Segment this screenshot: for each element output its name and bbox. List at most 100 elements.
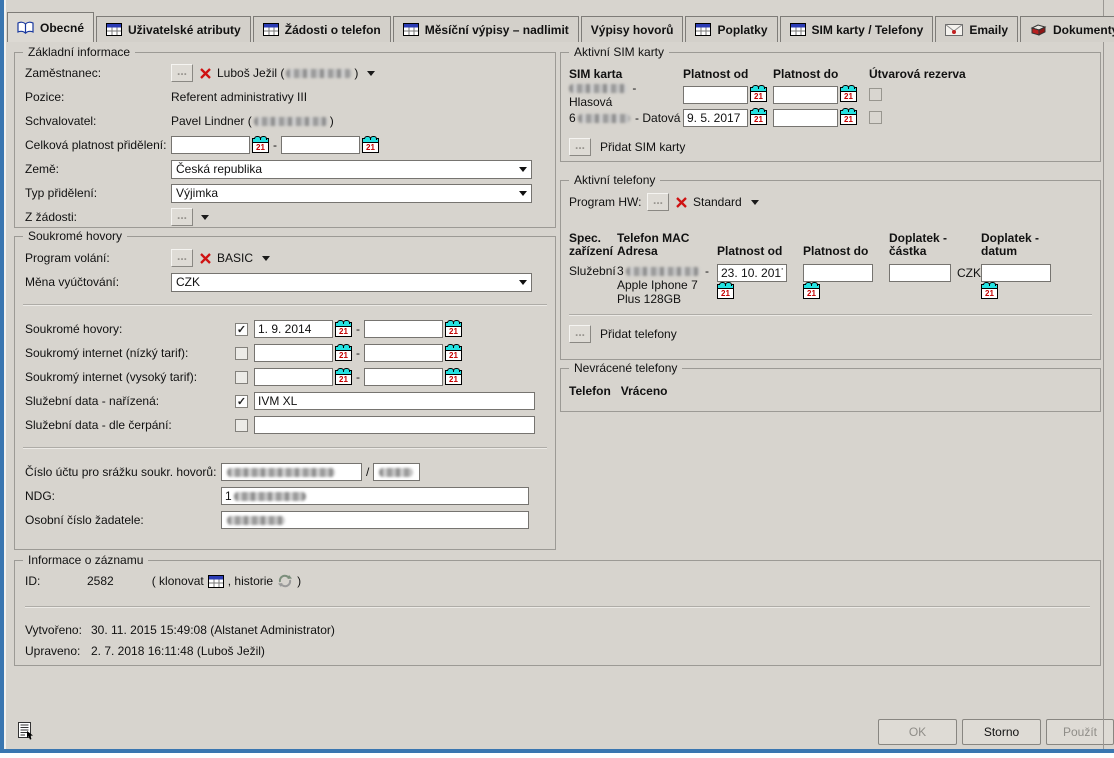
data-ordered-input[interactable]: [254, 392, 535, 410]
surcharge-amount-input[interactable]: [889, 264, 951, 282]
data-ordered-checkbox[interactable]: ✓: [235, 395, 248, 408]
approver-value-close: ): [330, 114, 334, 128]
internet-low-to-input[interactable]: [364, 344, 443, 362]
add-sim-button[interactable]: ...: [569, 138, 591, 156]
phone-identifier: 3 - Apple Iphone 7 Plus 128GB: [617, 264, 717, 306]
assignment-type-label: Typ přidělení:: [25, 186, 171, 200]
data-ordered-label: Služební data - nařízená:: [25, 394, 235, 408]
private-calls-to-input[interactable]: [364, 320, 443, 338]
private-calls-from-input[interactable]: [254, 320, 333, 338]
internet-low-from-input[interactable]: [254, 344, 333, 362]
remove-employee-icon[interactable]: [199, 67, 212, 80]
calendar-icon[interactable]: 21: [252, 138, 269, 153]
bank-code-input[interactable]: [373, 463, 420, 481]
sim-to-input[interactable]: [773, 109, 838, 127]
internet-low-label: Soukromý internet (nízký tarif):: [25, 346, 235, 360]
chevron-down-icon: [519, 191, 527, 196]
position-label: Pozice:: [25, 90, 171, 104]
sim-row: - Hlasová 21 21: [561, 83, 1100, 106]
calendar-icon[interactable]: 21: [981, 284, 998, 299]
internet-high-from-input[interactable]: [254, 368, 333, 386]
validity-to-input[interactable]: [281, 136, 360, 154]
tab-poplatky[interactable]: Poplatky: [685, 16, 777, 42]
tab-mesicni-vypisy[interactable]: Měsíční výpisy – nadlimit: [393, 16, 579, 42]
employee-picker-button[interactable]: ...: [171, 64, 193, 82]
validity-from-input[interactable]: [171, 136, 250, 154]
tab-label: Obecné: [40, 21, 84, 35]
country-label: Země:: [25, 162, 171, 176]
calendar-icon[interactable]: 21: [803, 284, 820, 299]
calendar-icon[interactable]: 21: [840, 110, 857, 125]
sim-reserve-checkbox[interactable]: [869, 88, 882, 101]
currency-select[interactable]: CZK: [171, 273, 532, 292]
window-right-frame: [1103, 0, 1104, 749]
calendar-icon[interactable]: 21: [750, 110, 767, 125]
tab-dokumenty[interactable]: Dokumenty: [1020, 16, 1114, 42]
sim-from-input[interactable]: [683, 109, 748, 127]
calendar-icon[interactable]: 21: [445, 322, 462, 337]
from-request-caret[interactable]: [201, 215, 209, 220]
tab-sim-karty-telefony[interactable]: SIM karty / Telefony: [780, 16, 934, 42]
assignment-type-select[interactable]: Výjimka: [171, 184, 532, 203]
record-id-row: ID: 2582 ( klonovat , historie ): [15, 569, 1100, 593]
tab-vypisy-hovoru[interactable]: Výpisy hovorů: [581, 16, 684, 42]
ok-button[interactable]: OK: [878, 719, 957, 745]
calendar-icon[interactable]: 21: [445, 370, 462, 385]
calendar-icon[interactable]: 21: [335, 346, 352, 361]
report-select-icon[interactable]: [17, 722, 35, 740]
calendar-icon[interactable]: 21: [335, 322, 352, 337]
clone-icon[interactable]: [208, 575, 224, 588]
calendar-icon[interactable]: 21: [717, 284, 734, 299]
phone-row: Služební 3 - Apple Iphone 7 Plus 128GB 2…: [561, 264, 1100, 306]
sim-from-input[interactable]: [683, 86, 748, 104]
sim-to-input[interactable]: [773, 86, 838, 104]
sim-reserve-checkbox[interactable]: [869, 111, 882, 124]
tab-zadosti-o-telefon[interactable]: Žádosti o telefon: [253, 16, 391, 42]
phone-to-input[interactable]: [803, 264, 873, 282]
calendar-icon[interactable]: 21: [362, 138, 379, 153]
history-icon[interactable]: [277, 574, 293, 588]
record-id-value: 2582: [87, 574, 114, 588]
phone-from-input[interactable]: [717, 264, 787, 282]
cancel-button[interactable]: Storno: [962, 719, 1041, 745]
call-program-label: Program volání:: [25, 251, 171, 265]
history-label[interactable]: , historie: [228, 574, 273, 588]
country-select[interactable]: Česká republika: [171, 160, 532, 179]
internet-high-row: Soukromý internet (vysoký tarif): 21 - 2…: [15, 365, 555, 389]
employee-number-redacted: [286, 69, 352, 78]
private-calls-checkbox[interactable]: ✓: [235, 323, 248, 336]
record-id-label: ID:: [25, 574, 87, 588]
ndg-input[interactable]: 1: [221, 487, 529, 505]
data-usage-input[interactable]: [254, 416, 535, 434]
group-title: Soukromé hovory: [23, 229, 127, 243]
tab-obecne[interactable]: Obecné: [7, 12, 94, 42]
hw-program-picker-button[interactable]: ...: [647, 193, 669, 211]
internet-low-row: Soukromý internet (nízký tarif): 21 - 21: [15, 341, 555, 365]
employee-dropdown-caret[interactable]: [367, 71, 375, 76]
tab-uzivatelske-atributy[interactable]: Uživatelské atributy: [96, 16, 251, 42]
internet-high-checkbox[interactable]: [235, 371, 248, 384]
personal-number-label: Osobní číslo žadatele:: [25, 513, 221, 527]
tab-emaily[interactable]: Emaily: [935, 16, 1018, 42]
internet-low-checkbox[interactable]: [235, 347, 248, 360]
call-program-caret[interactable]: [262, 256, 270, 261]
add-phone-button[interactable]: ...: [569, 325, 591, 343]
call-program-picker-button[interactable]: ...: [171, 249, 193, 267]
remove-call-program-icon[interactable]: [199, 252, 212, 265]
sim-col-reserve: Útvarová rezerva: [863, 67, 966, 81]
calendar-icon[interactable]: 21: [750, 87, 767, 102]
personal-number-input[interactable]: [221, 511, 529, 529]
surcharge-date-input[interactable]: [981, 264, 1051, 282]
calendar-icon[interactable]: 21: [445, 346, 462, 361]
internet-high-to-input[interactable]: [364, 368, 443, 386]
tab-bar: Obecné Uživatelské atributy Žádosti o te…: [7, 12, 1114, 42]
calendar-icon[interactable]: 21: [840, 87, 857, 102]
calendar-icon[interactable]: 21: [335, 370, 352, 385]
account-number-input[interactable]: [221, 463, 362, 481]
remove-hw-program-icon[interactable]: [675, 196, 688, 209]
clone-label[interactable]: ( klonovat: [152, 574, 204, 588]
sim-row: 6 - Datová 21 21: [561, 106, 1100, 129]
hw-program-caret[interactable]: [751, 200, 759, 205]
from-request-picker-button[interactable]: ...: [171, 208, 193, 226]
data-usage-checkbox[interactable]: [235, 419, 248, 432]
